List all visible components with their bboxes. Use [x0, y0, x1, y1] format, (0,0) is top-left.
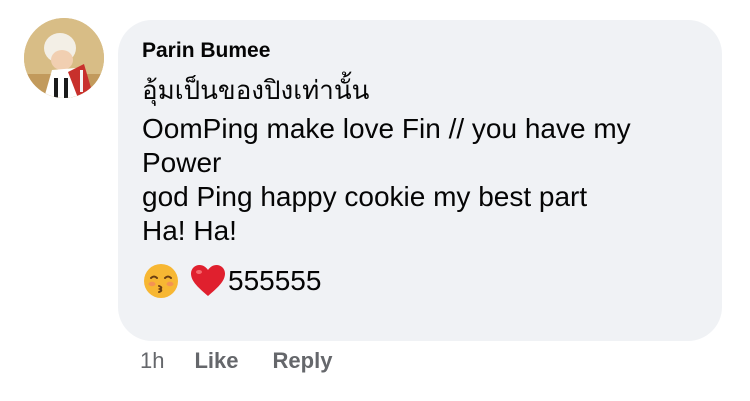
comment-text-line: OomPing make love Fin // you have my [142, 113, 631, 144]
avatar[interactable] [24, 18, 104, 98]
comment-bubble: Parin Bumee อุ้มเป็นของปิงเท่านั้น OomPi… [118, 20, 722, 341]
comment-timestamp[interactable]: 1h [140, 346, 164, 376]
red-heart-icon [190, 264, 226, 298]
comment-text-line: Power [142, 147, 222, 178]
comment-text-line: god Ping happy cookie my best part [142, 181, 588, 212]
comment-text-line: Ha! Ha! [142, 215, 237, 246]
kissing-face-icon [142, 262, 180, 300]
comment-author[interactable]: Parin Bumee [142, 38, 698, 64]
emoji-trailing-text: 555555 [228, 265, 322, 296]
comment-text-line: อุ้มเป็นของปิงเท่านั้น [142, 76, 370, 106]
like-button[interactable]: Like [194, 346, 238, 376]
reply-button[interactable]: Reply [273, 346, 333, 376]
comment-actions: 1h Like Reply [140, 346, 366, 376]
comment: Parin Bumee อุ้มเป็นของปิงเท่านั้น OomPi… [0, 0, 750, 401]
emoji-row: 555555 [142, 262, 698, 300]
avatar-photo [24, 18, 104, 98]
